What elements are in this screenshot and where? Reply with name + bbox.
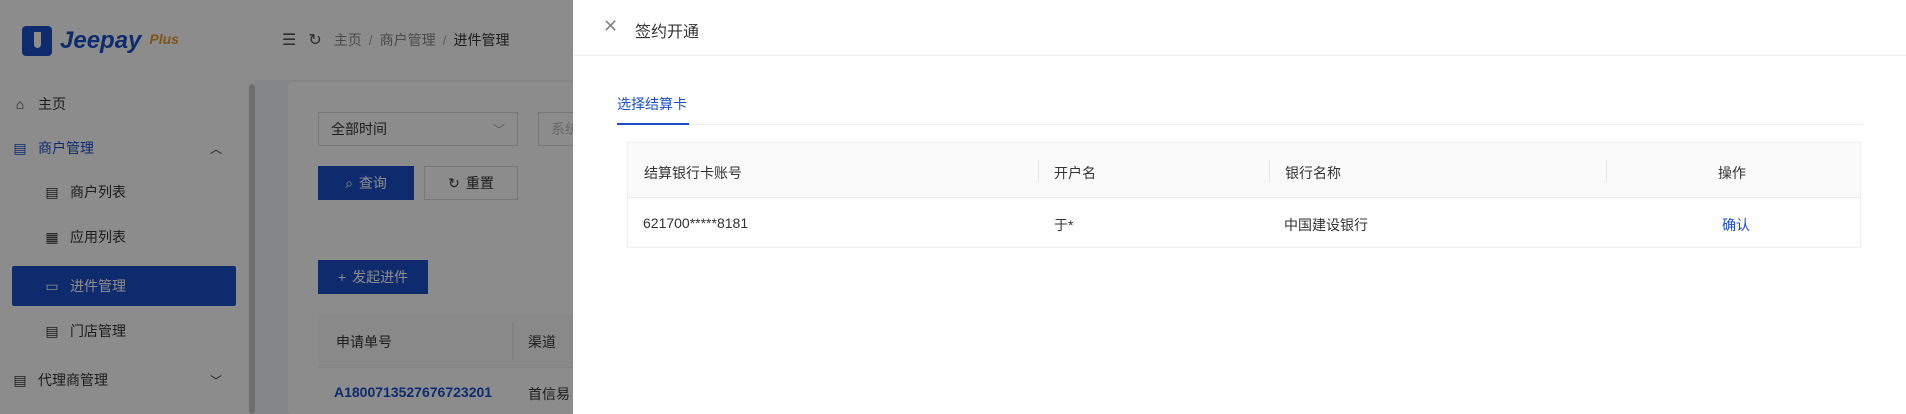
close-icon[interactable]: ✕ — [603, 16, 618, 37]
column-divider — [1269, 160, 1270, 182]
settlement-card-table: 结算银行卡账号 开户名 银行名称 操作 621700*****8181 于* 中… — [627, 142, 1861, 248]
confirm-link[interactable]: 确认 — [1722, 215, 1750, 235]
column-header: 开户名 — [1054, 165, 1096, 181]
column-header: 结算银行卡账号 — [644, 165, 742, 181]
drawer-title: 签约开通 — [635, 24, 700, 41]
drawer: ✕ 签约开通 选择结算卡 结算银行卡账号 开户名 银行名称 操作 621700*… — [573, 0, 1906, 414]
column-header: 银行名称 — [1285, 165, 1341, 181]
tab-active-indicator — [617, 123, 689, 125]
drawer-header: ✕ 签约开通 — [573, 0, 1906, 56]
table-header: 结算银行卡账号 开户名 银行名称 操作 — [628, 143, 1860, 198]
modal-mask[interactable] — [0, 0, 573, 414]
column-divider — [1038, 160, 1039, 182]
column-divider — [1606, 160, 1607, 182]
bank-name-cell: 中国建设银行 — [1284, 217, 1368, 233]
column-header: 操作 — [1718, 165, 1746, 181]
account-name-cell: 于* — [1054, 217, 1074, 233]
tabs-divider — [617, 124, 1863, 125]
account-cell: 621700*****8181 — [643, 215, 749, 231]
tab-select-card[interactable]: 选择结算卡 — [617, 94, 687, 114]
